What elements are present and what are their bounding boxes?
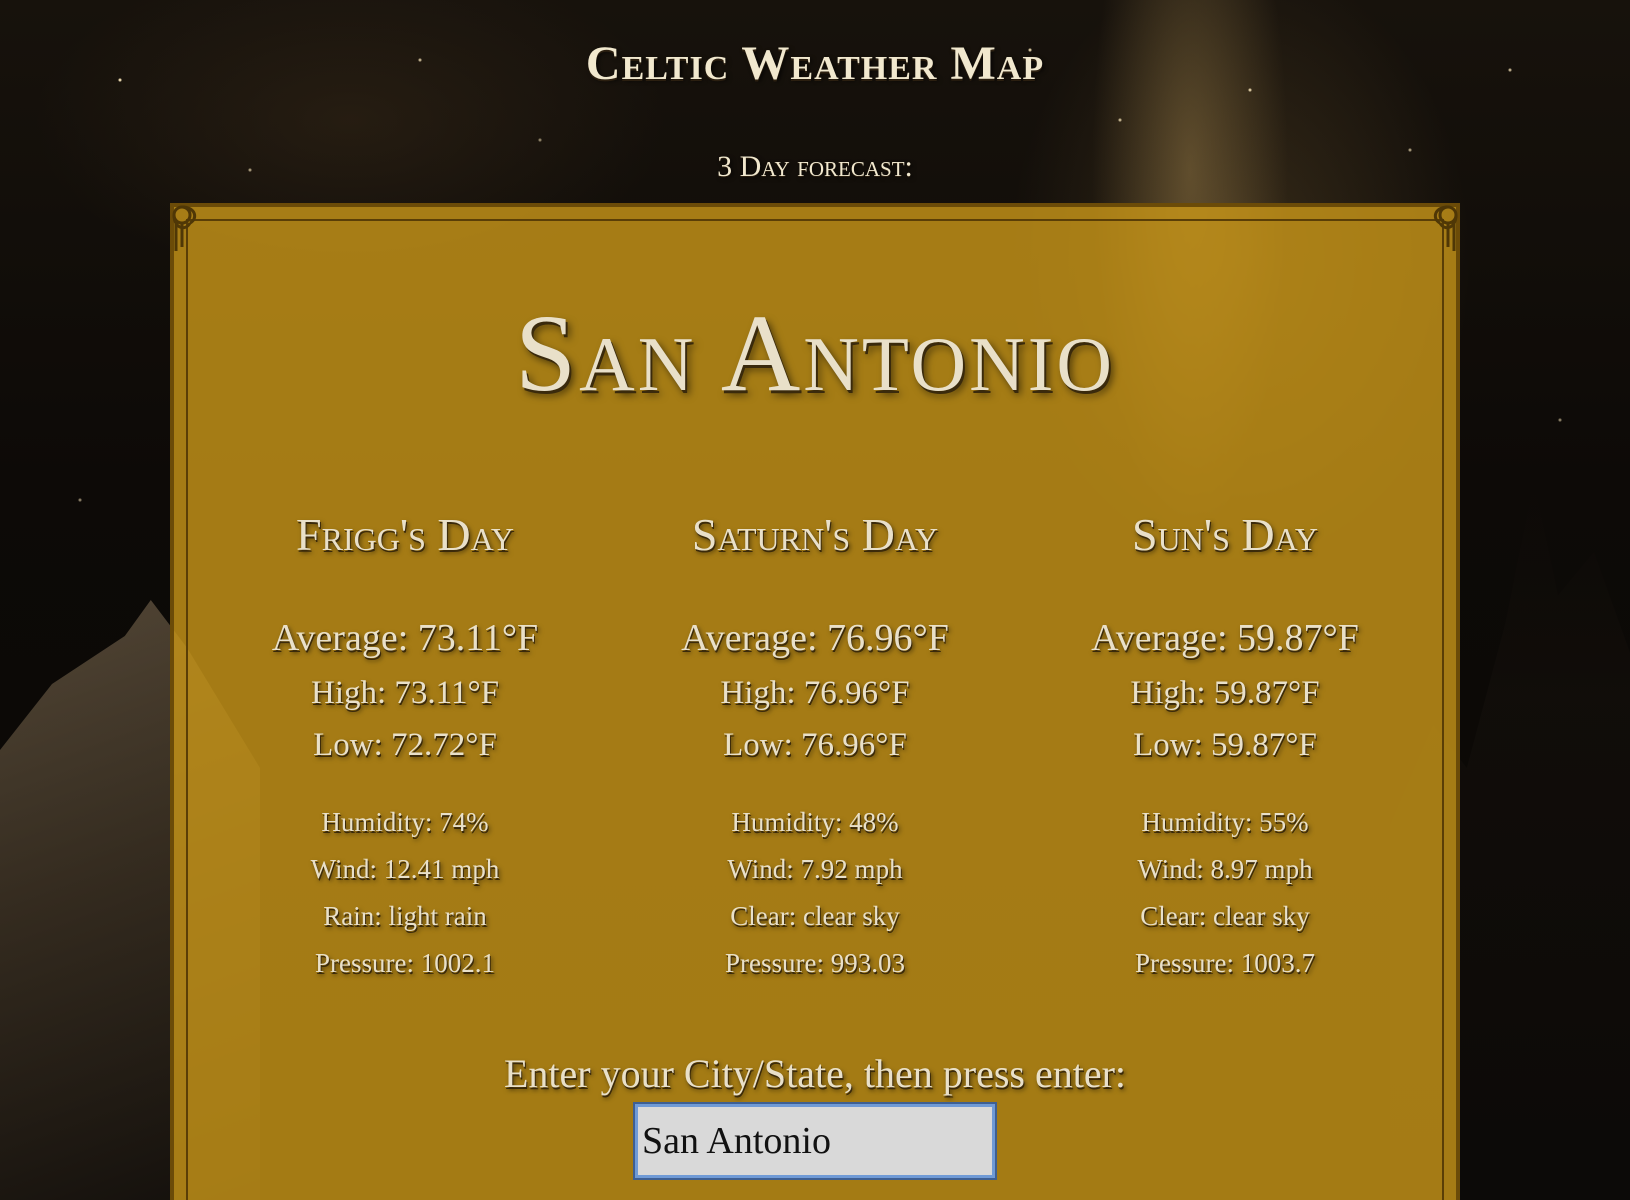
forecast-heading: 3 Day forecast:: [717, 150, 913, 183]
day-name: Sun's Day: [1132, 509, 1318, 560]
condition: Clear: clear sky: [1140, 901, 1310, 931]
celtic-knot-icon: [1433, 205, 1458, 251]
city-name: San Antonio: [515, 292, 1115, 414]
low-temp: Low: 72.72°F: [313, 727, 497, 763]
day-name: Saturn's Day: [691, 509, 939, 560]
wind: Wind: 7.92 mph: [727, 854, 903, 884]
average-temp: Average: 59.87°F: [1091, 617, 1359, 659]
average-temp: Average: 76.96°F: [681, 617, 949, 659]
wind: Wind: 8.97 mph: [1137, 854, 1313, 884]
pressure: Pressure: 993.03: [725, 948, 905, 978]
city-search-prompt: Enter your City/State, then press enter:: [503, 1051, 1127, 1096]
pressure: Pressure: 1003.7: [1135, 948, 1315, 978]
low-temp: Low: 76.96°F: [723, 727, 907, 763]
humidity: Humidity: 48%: [731, 807, 899, 837]
low-temp: Low: 59.87°F: [1133, 727, 1317, 763]
day-name: Frigg's Day: [296, 509, 514, 560]
high-temp: High: 73.11°F: [311, 675, 499, 711]
pressure: Pressure: 1002.1: [315, 948, 495, 978]
humidity: Humidity: 55%: [1141, 807, 1309, 837]
celtic-knot-icon: [172, 205, 197, 251]
wind: Wind: 12.41 mph: [310, 854, 500, 884]
site-title: Celtic Weather Map: [585, 37, 1045, 90]
humidity: Humidity: 74%: [321, 807, 489, 837]
day-forecast-1: Frigg's Day Average: 73.11°F High: 73.11…: [205, 505, 605, 987]
condition: Rain: light rain: [323, 901, 487, 931]
day-forecast-3: Sun's Day Average: 59.87°F High: 59.87°F…: [1025, 505, 1425, 987]
high-temp: High: 59.87°F: [1130, 675, 1320, 711]
average-temp: Average: 73.11°F: [271, 617, 539, 659]
city-search-input[interactable]: [633, 1102, 997, 1180]
condition: Clear: clear sky: [730, 901, 900, 931]
high-temp: High: 76.96°F: [720, 675, 910, 711]
day-forecast-2: Saturn's Day Average: 76.96°F High: 76.9…: [615, 505, 1015, 987]
